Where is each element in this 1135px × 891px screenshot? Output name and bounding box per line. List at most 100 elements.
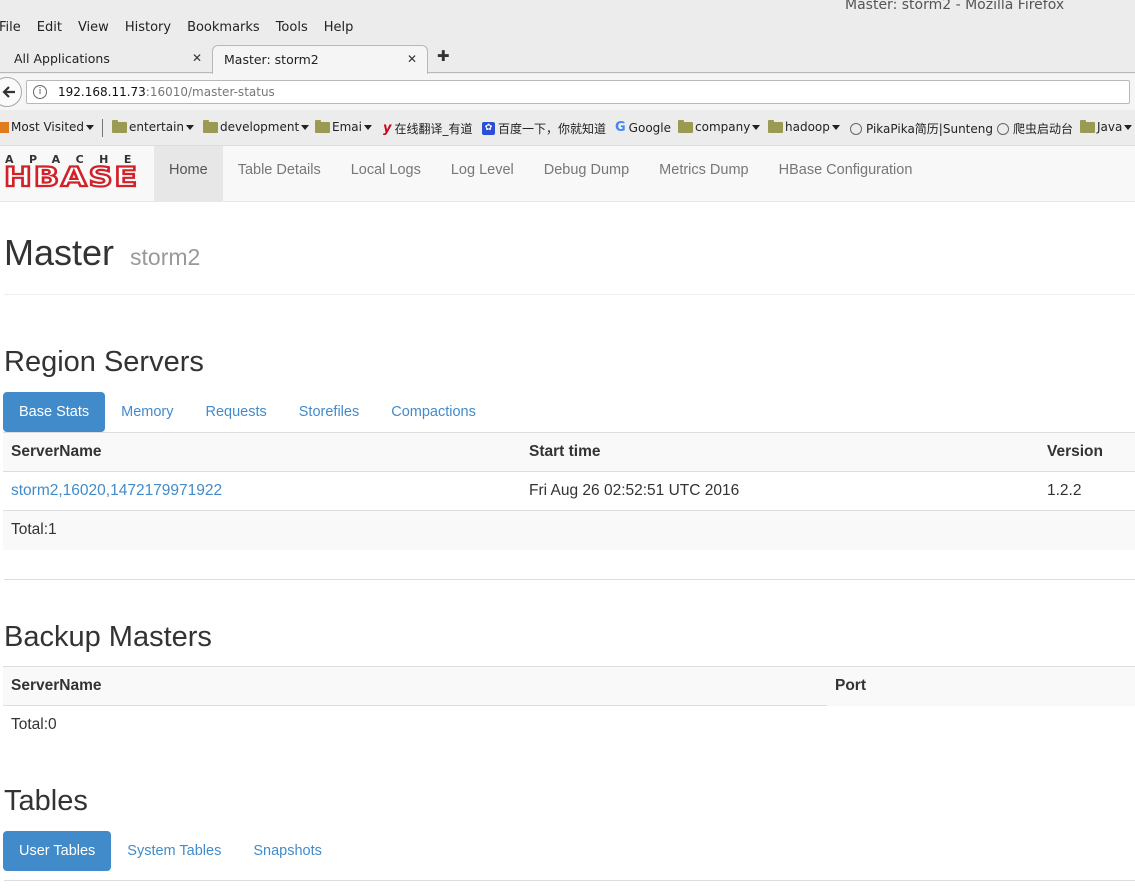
new-tab-plus-icon[interactable]: ✚	[437, 47, 450, 65]
google-icon: G	[615, 120, 626, 135]
hbase-nav: Home Table Details Local Logs Log Level …	[154, 146, 927, 202]
nav-hbase-configuration[interactable]: HBase Configuration	[764, 146, 928, 202]
nav-debug-dump[interactable]: Debug Dump	[529, 146, 644, 202]
start-time-cell: Fri Aug 26 02:52:51 UTC 2016	[529, 482, 740, 499]
info-icon[interactable]: i	[33, 85, 47, 99]
nav-log-level[interactable]: Log Level	[436, 146, 529, 202]
column-header-version: Version	[1047, 443, 1103, 460]
baidu-paw-icon: ✿	[482, 122, 495, 135]
tab-master-storm2[interactable]: Master: storm2 ✕	[212, 45, 428, 74]
region-servers-heading: Region Servers	[4, 346, 204, 378]
bookmark-google[interactable]: G Google	[615, 120, 671, 135]
menu-view[interactable]: View	[78, 20, 109, 38]
dropdown-caret-icon	[186, 124, 195, 130]
youdao-icon: y	[383, 121, 392, 136]
bookmark-label: hadoop	[785, 120, 830, 134]
window-title: Master: storm2 - Mozilla Firefox	[845, 0, 1065, 13]
folder-icon	[678, 119, 693, 133]
bookmark-folder-hadoop[interactable]: hadoop	[768, 119, 840, 134]
tab-strip: All Applications ✕ Master: storm2 ✕ ✚	[0, 43, 1135, 74]
page-title-text: Master	[4, 232, 115, 273]
bookmark-label: Emai	[332, 120, 362, 134]
hbase-navbar: APACHE HBASE Home Table Details Local Lo…	[0, 145, 1135, 202]
folder-icon	[768, 119, 783, 133]
globe-icon	[850, 122, 862, 135]
dropdown-caret-icon	[752, 124, 761, 130]
bookmark-spider[interactable]: 爬虫启动台	[997, 120, 1073, 137]
logo-hbase-text: HBASE	[4, 162, 139, 189]
total-row: Total:1	[3, 510, 1135, 550]
tab-requests[interactable]: Requests	[190, 392, 283, 432]
server-name-link[interactable]: storm2,16020,1472179971922	[11, 482, 222, 499]
bookmark-label: Most Visited	[11, 120, 85, 134]
bookmark-label: company	[695, 120, 751, 134]
bookmark-folder-development[interactable]: development	[203, 119, 310, 134]
bookmark-folder-java[interactable]: Java	[1080, 119, 1133, 134]
bookmark-folder-entertain[interactable]: entertain	[112, 119, 195, 134]
bookmark-pikapika[interactable]: PikaPika简历|Sunteng	[850, 120, 993, 137]
tables-heading: Tables	[4, 785, 88, 817]
dropdown-caret-icon	[363, 124, 372, 130]
menu-edit[interactable]: Edit	[37, 20, 62, 38]
bookmark-most-visited[interactable]: Most Visited	[0, 120, 95, 134]
close-icon[interactable]: ✕	[407, 52, 417, 66]
url-text: 192.168.11.73:16010/master-status	[58, 85, 275, 99]
region-servers-tabs: Base Stats Memory Requests Storefiles Co…	[3, 392, 492, 432]
bookmark-baidu[interactable]: ✿ 百度一下，你就知道	[482, 120, 606, 137]
tab-base-stats[interactable]: Base Stats	[3, 392, 106, 432]
tab-compactions[interactable]: Compactions	[375, 392, 492, 432]
back-button[interactable]	[0, 77, 22, 107]
column-header-servername: ServerName	[11, 677, 102, 694]
bookmark-label: entertain	[129, 120, 185, 134]
bookmark-folder-emai[interactable]: Emai	[315, 119, 372, 134]
tables-tab-underline	[4, 880, 1135, 881]
region-servers-table: ServerName Start time Version storm2,160…	[3, 432, 1135, 550]
url-bar[interactable]: i 192.168.11.73:16010/master-status	[26, 80, 1130, 104]
total-row: Total:0	[3, 705, 1135, 745]
nav-table-details[interactable]: Table Details	[223, 146, 336, 202]
table-header-row: ServerName Start time Version	[3, 432, 1135, 472]
bookmark-label: 百度一下，你就知道	[498, 122, 607, 136]
nav-metrics-dump[interactable]: Metrics Dump	[644, 146, 763, 202]
dropdown-caret-icon	[86, 124, 95, 130]
bookmark-label: 爬虫启动台	[1013, 122, 1074, 136]
close-icon[interactable]: ✕	[192, 51, 202, 65]
folder-icon	[203, 119, 218, 133]
tab-memory[interactable]: Memory	[105, 392, 189, 432]
bookmark-folder-company[interactable]: company	[678, 119, 761, 134]
tables-tabs: User Tables System Tables Snapshots	[3, 831, 338, 871]
dropdown-caret-icon	[301, 124, 310, 130]
tab-label: Master: storm2	[224, 52, 319, 67]
tab-system-tables[interactable]: System Tables	[111, 831, 237, 871]
url-host: 192.168.11.73	[58, 85, 146, 99]
folder-icon	[1080, 119, 1095, 133]
tab-storefiles[interactable]: Storefiles	[283, 392, 375, 432]
bookmark-youdao[interactable]: y 在线翻译_有道	[383, 120, 473, 137]
bookmark-label: Java	[1097, 120, 1123, 134]
url-path: :16010/master-status	[145, 85, 275, 99]
menu-help[interactable]: Help	[324, 20, 354, 38]
empty-cell	[827, 706, 1135, 745]
backup-masters-table: ServerName Port Total:0	[3, 666, 1135, 745]
dropdown-caret-icon	[831, 124, 840, 130]
tab-user-tables[interactable]: User Tables	[3, 831, 112, 871]
menu-bookmarks[interactable]: Bookmarks	[187, 20, 260, 38]
server-name-cell: storm2,16020,1472179971922	[3, 472, 521, 511]
bookmark-label: Google	[628, 120, 671, 135]
hbase-logo[interactable]: APACHE HBASE	[4, 153, 140, 189]
table-header-row: ServerName Port	[3, 666, 1135, 706]
menu-file[interactable]: File	[0, 20, 21, 38]
menu-bar: File Edit View History Bookmarks Tools H…	[0, 20, 369, 38]
column-header-start-time: Start time	[529, 443, 601, 460]
back-arrow-icon	[2, 86, 15, 98]
tab-snapshots[interactable]: Snapshots	[237, 831, 338, 871]
bookmarks-toolbar: Most Visited entertain development Emai …	[0, 117, 1135, 139]
version-cell: 1.2.2	[1047, 482, 1082, 499]
nav-home[interactable]: Home	[154, 146, 223, 202]
nav-local-logs[interactable]: Local Logs	[336, 146, 436, 202]
menu-history[interactable]: History	[125, 20, 171, 38]
tab-all-applications[interactable]: All Applications ✕	[0, 45, 212, 74]
total-cell: Total:1	[11, 521, 57, 539]
menu-tools[interactable]: Tools	[276, 20, 308, 38]
bookmark-label: PikaPika简历|Sunteng	[866, 122, 993, 136]
